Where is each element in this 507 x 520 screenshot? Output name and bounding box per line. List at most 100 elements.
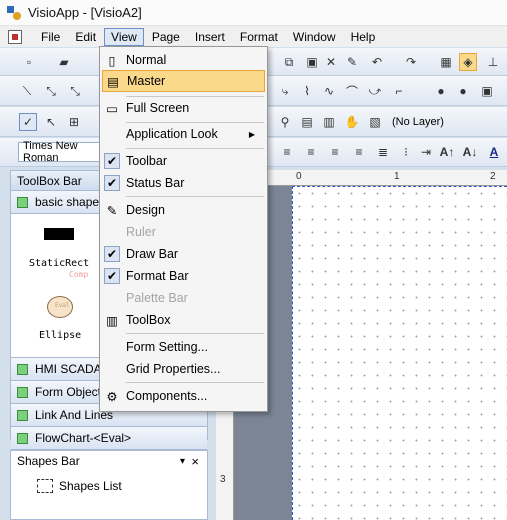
menu-item-master[interactable]: ▤ Master	[102, 70, 265, 92]
ruler-mark: 2	[490, 171, 496, 182]
delete-icon[interactable]: ✕	[322, 53, 340, 71]
menu-item-components[interactable]: ⚙ Components...	[102, 385, 265, 407]
layer-settings-icon[interactable]: ▧	[366, 113, 384, 131]
menu-help[interactable]: Help	[344, 28, 383, 46]
arc-icon[interactable]: ⌒	[343, 82, 361, 100]
shapes-panel: Shapes Bar ▾ × Shapes List	[10, 450, 208, 520]
copy-icon[interactable]: ⧉	[280, 53, 298, 71]
paste-icon[interactable]: ▣	[303, 53, 321, 71]
new-file-icon[interactable]: ▫	[20, 53, 38, 71]
arrow-tool-icon[interactable]: ⤡	[66, 82, 84, 100]
pointer-tool-icon[interactable]: ↖	[42, 113, 60, 131]
menu-bar: File Edit View Page Insert Format Window…	[0, 26, 507, 47]
menu-item-label: Palette Bar	[126, 291, 188, 305]
menu-item-full-screen[interactable]: ▭ Full Screen	[102, 97, 265, 119]
circle-group-icon[interactable]: ●	[432, 82, 450, 100]
menu-item-toolbox[interactable]: ▥ ToolBox	[102, 309, 265, 331]
pin-dropdown-icon[interactable]: ▾	[180, 456, 185, 467]
menu-separator	[126, 333, 264, 334]
category-label: FlowChart-<Eval>	[35, 431, 132, 445]
fullscreen-icon: ▭	[106, 101, 118, 116]
select-tool-icon[interactable]: ✓	[19, 113, 37, 131]
checkmark-icon: ✔	[104, 246, 120, 262]
shape-group-icon[interactable]: ●	[454, 82, 472, 100]
align-right-icon[interactable]: ≡	[326, 143, 344, 161]
document-icon[interactable]	[8, 29, 22, 44]
category-icon	[17, 196, 28, 208]
shapes-list-item[interactable]: Shapes List	[37, 479, 122, 493]
align-center-icon[interactable]: ≡	[302, 143, 320, 161]
page-icon: ▯	[108, 53, 116, 68]
menu-item-label: Components...	[126, 389, 208, 403]
line-spacing-icon[interactable]: ≣	[374, 143, 392, 161]
menu-page[interactable]: Page	[145, 28, 187, 46]
layout-icon[interactable]: ▤	[298, 113, 316, 131]
static-rect-label: StaticRect	[29, 258, 90, 269]
menu-item-normal[interactable]: ▯ Normal	[102, 49, 265, 71]
category-flowchart[interactable]: FlowChart-<Eval>	[11, 427, 207, 450]
font-color-icon[interactable]: A	[485, 143, 503, 161]
static-rect-shape[interactable]	[44, 228, 74, 240]
shapes-bar-title: Shapes Bar	[17, 454, 80, 468]
bezier-icon[interactable]: ∿	[320, 82, 338, 100]
menu-item-status-bar[interactable]: ✔ Status Bar	[102, 172, 265, 194]
grid-icon[interactable]: ⊞	[65, 113, 83, 131]
format-painter-icon[interactable]: ✎	[343, 53, 361, 71]
menu-item-design[interactable]: ✎ Design	[102, 199, 265, 221]
layer-combo[interactable]: (No Layer)	[388, 112, 506, 132]
menu-window[interactable]: Window	[286, 28, 343, 46]
close-icon[interactable]: ×	[191, 454, 199, 469]
menu-item-application-look[interactable]: Application Look ▶	[102, 123, 265, 145]
path-icon[interactable]: ⤷	[276, 82, 294, 100]
font-name-combo[interactable]: Times New Roman	[18, 140, 100, 164]
category-icon	[17, 363, 28, 375]
master-icon: ▤	[107, 74, 119, 89]
app-icon	[6, 5, 22, 21]
menu-item-format-bar[interactable]: ✔ Format Bar	[102, 265, 265, 287]
line-tool-icon[interactable]: ⟍	[18, 82, 36, 100]
menu-item-grid-properties[interactable]: Grid Properties...	[102, 358, 265, 380]
hand-icon[interactable]: ✋	[343, 113, 361, 131]
menu-item-label: Ruler	[126, 225, 156, 239]
layers-icon[interactable]: ▥	[320, 113, 338, 131]
connector-icon[interactable]: ⤡	[42, 82, 60, 100]
menu-edit[interactable]: Edit	[68, 28, 103, 46]
open-folder-icon[interactable]: ▰	[55, 53, 73, 71]
watermark-text: Eval	[55, 302, 70, 309]
ruler-mark: 0	[296, 171, 302, 182]
toggle-icon[interactable]: ◈	[459, 53, 477, 71]
menu-item-label: Status Bar	[126, 176, 185, 190]
shrink-font-icon[interactable]: A↓	[461, 143, 479, 161]
step-icon[interactable]: ⌐	[390, 82, 408, 100]
polyline-icon[interactable]: ⌇	[298, 82, 316, 100]
menu-insert[interactable]: Insert	[188, 28, 232, 46]
menu-item-label: Application Look	[126, 127, 218, 141]
align-left-icon[interactable]: ≡	[278, 143, 296, 161]
menu-file[interactable]: File	[34, 28, 67, 46]
menu-item-form-setting[interactable]: Form Setting...	[102, 336, 265, 358]
view-menu: ▯ Normal ▤ Master ▭ Full Screen Application…	[99, 46, 268, 412]
menu-item-label: Format Bar	[126, 269, 189, 283]
zoom-icon[interactable]: ⚲	[276, 113, 294, 131]
justify-icon[interactable]: ≡	[350, 143, 368, 161]
image-icon[interactable]: ▦	[437, 53, 455, 71]
toolbox-icon: ▥	[106, 313, 118, 328]
union-icon[interactable]: ▣	[478, 82, 496, 100]
redo-icon[interactable]: ↷	[402, 53, 420, 71]
indent-icon[interactable]: ⇥	[417, 143, 435, 161]
undo-icon[interactable]: ↶	[368, 53, 386, 71]
drawing-page[interactable]	[292, 186, 507, 520]
selection-icon	[37, 479, 53, 493]
menu-view[interactable]: View	[104, 27, 144, 46]
menu-item-label: Design	[126, 203, 165, 217]
menu-format[interactable]: Format	[233, 28, 285, 46]
menu-item-toolbar[interactable]: ✔ Toolbar	[102, 150, 265, 172]
menu-item-label: ToolBox	[126, 313, 171, 327]
curve-icon[interactable]: ⤻	[366, 82, 384, 100]
watermark-text: Comp	[69, 270, 89, 279]
menu-item-ruler: Ruler	[102, 221, 265, 243]
pin-icon[interactable]: ⊥	[484, 53, 502, 71]
menu-item-draw-bar[interactable]: ✔ Draw Bar	[102, 243, 265, 265]
bullets-icon[interactable]: ⁝	[397, 143, 415, 161]
grow-font-icon[interactable]: A↑	[438, 143, 456, 161]
